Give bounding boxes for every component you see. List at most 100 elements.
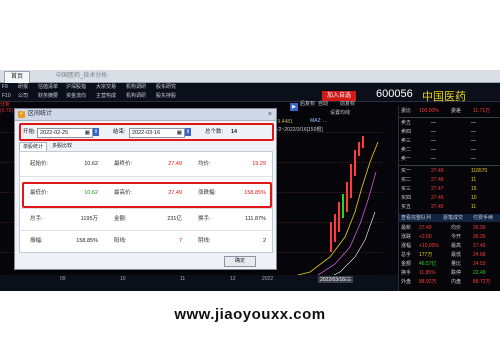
quote-panel: 委比 100.00% 委差 11.71万 卖五 — — 卖四 — — 卖三 — — 卖二 — — 卖一 — — 买一 2… bbox=[398, 106, 500, 291]
toolbar-item[interactable]: 前复权 bbox=[340, 100, 355, 109]
end-date-spinner[interactable]: ⇕ bbox=[185, 128, 191, 136]
stat-label: 换手 bbox=[401, 270, 412, 276]
toolbar-item[interactable]: 自动 bbox=[318, 100, 328, 109]
menu-item[interactable]: 机构调研 bbox=[126, 92, 146, 101]
sell-level-label: 卖三 bbox=[401, 138, 412, 144]
stat-value: 27.49 bbox=[168, 190, 182, 196]
stat-label: 阳线: bbox=[114, 238, 127, 244]
total-count-label: 总个数: bbox=[205, 129, 224, 135]
sell-level-price: — bbox=[431, 147, 436, 153]
buy-level-volume: 10 bbox=[471, 195, 477, 201]
calendar-icon[interactable]: ▦ bbox=[177, 129, 182, 137]
stat-label: 跌停 bbox=[451, 270, 462, 276]
quote-row: 卖二 — — bbox=[401, 146, 499, 155]
menu-item[interactable]: 研报 bbox=[18, 83, 28, 92]
buy-level-volume: 15 bbox=[471, 186, 477, 192]
stat-value: 27.49 bbox=[168, 161, 182, 167]
add-to-watchlist-button[interactable]: 加入自选 bbox=[322, 91, 356, 101]
stat-label: 总手 bbox=[401, 252, 412, 258]
quote-row: 买五 27.45 11 bbox=[401, 203, 499, 212]
stat-label: 最新 bbox=[401, 225, 412, 231]
stat-label: 最高价: bbox=[114, 190, 133, 196]
sell-level-label: 卖四 bbox=[401, 129, 412, 135]
start-date-spinner[interactable]: ⇕ bbox=[93, 128, 99, 136]
menu-item[interactable]: 股东研究 bbox=[156, 83, 176, 92]
stat-value: 46.57亿 bbox=[419, 261, 437, 267]
menu-item[interactable]: 沪深股指 bbox=[66, 83, 86, 92]
stat-value: 7 bbox=[178, 238, 182, 244]
date-tick: 2022 bbox=[262, 276, 274, 282]
tab-technical-analysis[interactable]: 中国医药_技术分析 bbox=[50, 71, 113, 82]
tab-multi-stock[interactable]: 多股比较 bbox=[49, 142, 75, 151]
dialog-titlebar: ✓ 区间统计 × bbox=[15, 109, 276, 121]
stat-value: 177万 bbox=[419, 252, 433, 258]
quote-row: 外盘 88.92万 内盘 88.72万 bbox=[401, 278, 499, 287]
buy-level-label: 买一 bbox=[401, 168, 412, 174]
menu-item[interactable]: 估值清单 bbox=[38, 83, 58, 92]
menu-item[interactable]: F9 bbox=[2, 83, 8, 92]
menu-item[interactable]: F10 bbox=[2, 92, 11, 101]
ok-button[interactable]: 确定 bbox=[224, 256, 256, 267]
total-count-value: 14 bbox=[231, 129, 238, 135]
quote-menu-item[interactable]: 逐笔成交 bbox=[443, 214, 463, 222]
menu-item[interactable]: 财务摘要 bbox=[38, 92, 58, 101]
stat-label: 金额: bbox=[114, 216, 127, 222]
stat-value: 11.85% bbox=[419, 270, 436, 276]
date-tick: 12 bbox=[230, 276, 236, 282]
ma-lines bbox=[270, 141, 379, 287]
quote-row: 卖四 — — bbox=[401, 128, 499, 137]
sell-level-price: — bbox=[431, 129, 436, 135]
sell-level-label: 卖二 bbox=[401, 147, 412, 153]
menu-item[interactable]: 股东持股 bbox=[156, 92, 176, 101]
date-tick: 10 bbox=[120, 276, 126, 282]
quote-row: 总手 177万 最低 24.68 bbox=[401, 251, 499, 260]
sell-level-label: 卖一 bbox=[401, 156, 412, 162]
stat-label: 最低价: bbox=[30, 190, 49, 196]
stat-label: 阴线: bbox=[198, 238, 211, 244]
order-diff-label: 委差 bbox=[451, 108, 462, 114]
menu-item[interactable]: 公司 bbox=[18, 92, 28, 101]
stat-value: 26.90 bbox=[473, 225, 486, 231]
chart-nav-button[interactable]: ▶ bbox=[290, 103, 298, 111]
settings-link[interactable]: 设置均线 bbox=[330, 109, 350, 118]
quote-menu-item[interactable]: 查看完整队列 bbox=[401, 214, 431, 222]
stock-name: 中国医药 bbox=[422, 91, 466, 103]
start-date-input[interactable]: 2022-02-25 ▦ bbox=[37, 128, 93, 138]
menu-item[interactable]: 资金流向 bbox=[66, 92, 86, 101]
stat-label: 量比 bbox=[451, 261, 462, 267]
menu-item[interactable]: 机构调研 bbox=[126, 83, 146, 92]
checkbox-icon: ✓ bbox=[18, 111, 25, 118]
quote-row: 涨跌 +2.50 今开 26.26 bbox=[401, 233, 499, 242]
buy-level-label: 买二 bbox=[401, 177, 412, 183]
quote-row: 买四 27.46 10 bbox=[401, 194, 499, 203]
quote-menu-item[interactable]: 付费手续 bbox=[473, 214, 493, 222]
toolbar-item[interactable]: 后复权 bbox=[300, 100, 315, 109]
buy-level-volume: 11 bbox=[471, 177, 477, 183]
menu-item[interactable]: 主营构成 bbox=[96, 92, 116, 101]
stat-value: 158.85% bbox=[76, 238, 98, 244]
end-date-input[interactable]: 2022-03-16 ▦ bbox=[129, 128, 185, 138]
stat-value: 88.92万 bbox=[419, 279, 437, 285]
quote-row: 金额 46.57亿 量比 24.53 bbox=[401, 260, 499, 269]
buy-level-price: 27.48 bbox=[431, 177, 444, 183]
stat-value: 24.68 bbox=[473, 252, 486, 258]
quote-row: 卖一 — — bbox=[401, 155, 499, 164]
buy-level-price: 27.46 bbox=[431, 195, 444, 201]
quote-row: 涨幅 +10.00% 最高 27.49 bbox=[401, 242, 499, 251]
stat-label: 振幅: bbox=[30, 238, 43, 244]
stat-label: 涨跌幅: bbox=[198, 190, 217, 196]
buy-level-volume: 11 bbox=[471, 204, 477, 210]
sell-level-volume: — bbox=[471, 156, 476, 162]
dialog-title: 区间统计 bbox=[28, 111, 53, 117]
stat-label: 金额 bbox=[401, 261, 412, 267]
sell-level-volume: — bbox=[471, 147, 476, 153]
end-label: 结束: bbox=[113, 129, 126, 135]
stat-label: 总手: bbox=[30, 216, 43, 222]
quote-row: 委比 100.00% 委差 11.71万 bbox=[401, 107, 499, 116]
close-button[interactable]: × bbox=[268, 109, 272, 120]
menu-item[interactable]: 大宗交易 bbox=[96, 83, 116, 92]
tab-home[interactable]: 首页 bbox=[4, 71, 31, 83]
buy-level-label: 买四 bbox=[401, 195, 412, 201]
calendar-icon[interactable]: ▦ bbox=[85, 129, 90, 137]
date-range-row: 开始: 2022-02-25 ▦ ⇕ 结束: 2022-03-16 ▦ ⇕ 总个数:… bbox=[19, 123, 274, 141]
